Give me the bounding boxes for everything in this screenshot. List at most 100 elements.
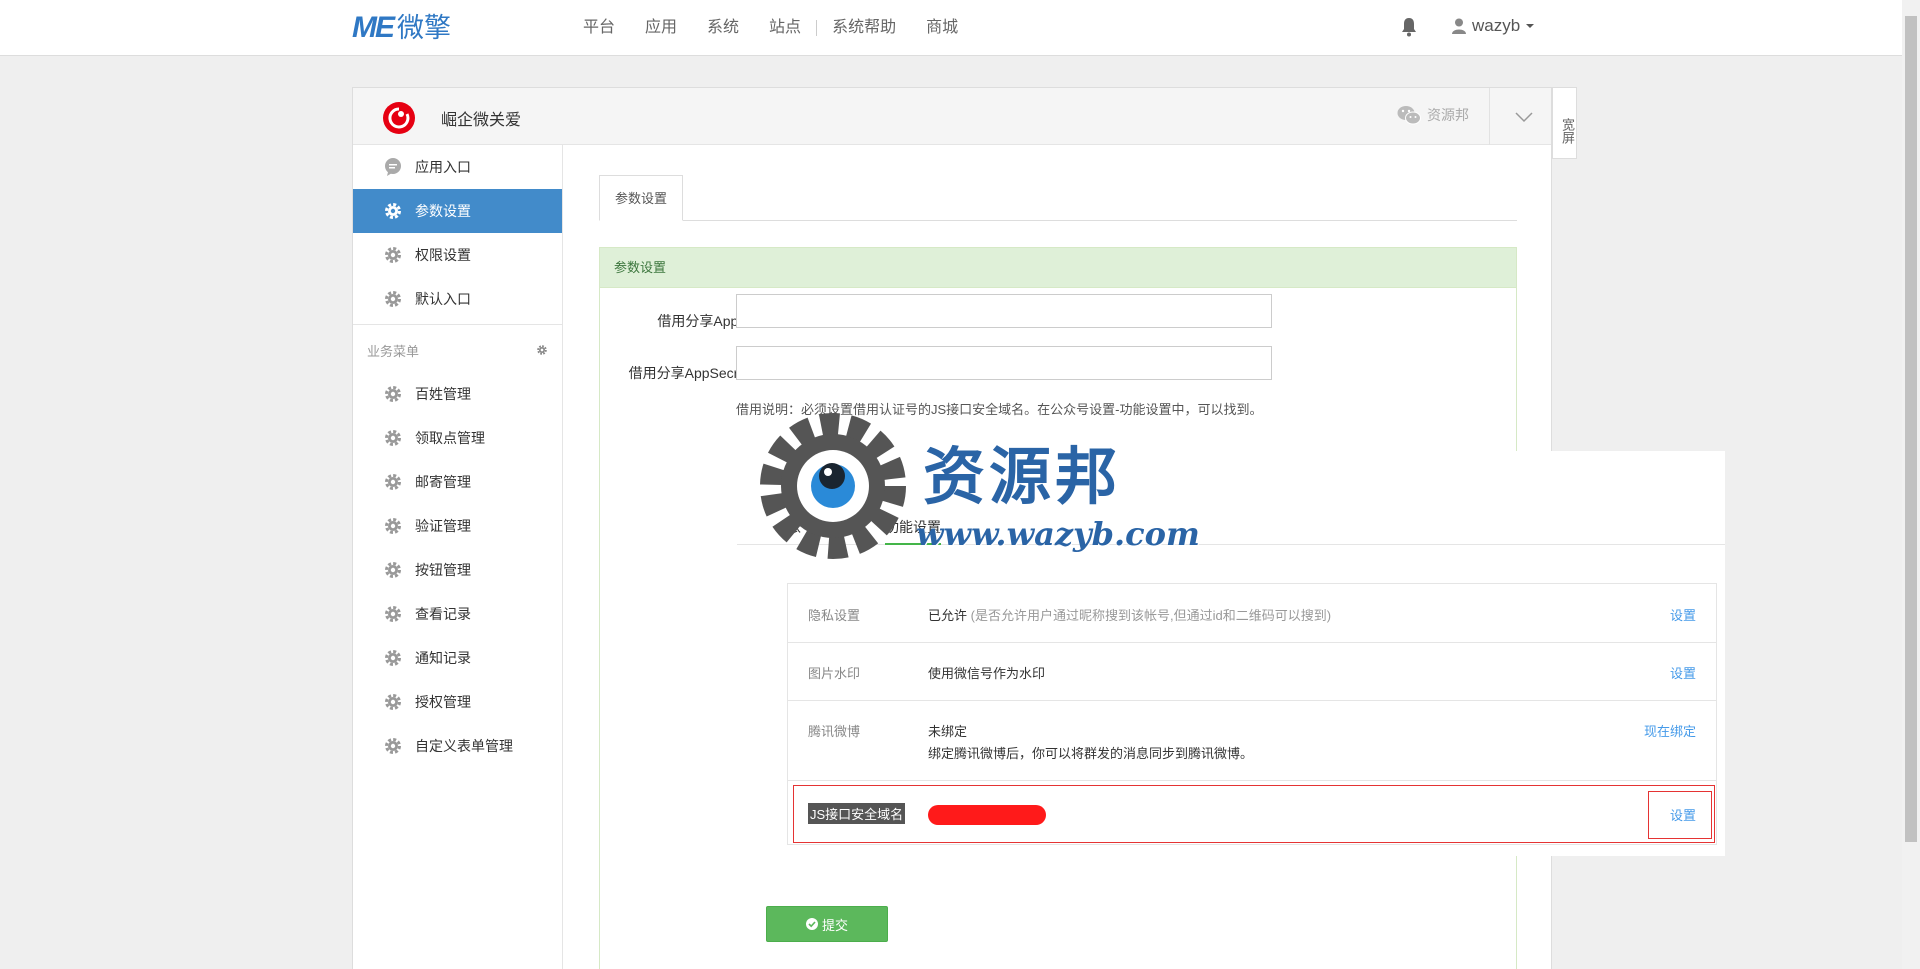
sidebar-item-label: 权限设置 [415, 247, 471, 263]
tab-bar: 参数设置 [599, 175, 1517, 221]
nav-help[interactable]: 系统帮助 [817, 0, 911, 56]
sidebar-divider [353, 324, 562, 325]
privacy-settings-link[interactable]: 设置 [1670, 605, 1696, 624]
gear-icon [385, 430, 401, 446]
row-note: (是否允许用户通过昵称搜到该帐号,但通过id和二维码可以搜到) [970, 608, 1332, 623]
top-navbar: ME 微擎 平台 应用 系统 站点 系统帮助 商城 wazyb [0, 0, 1902, 56]
sidebar-item-business[interactable]: 验证管理 [353, 504, 562, 548]
sidebar-item-label: 应用入口 [415, 159, 471, 175]
sidebar-item-business[interactable]: 授权管理 [353, 680, 562, 724]
gear-icon [385, 247, 401, 263]
account-name: 崛企微关爱 [441, 112, 522, 129]
sidebar-item-business[interactable]: 领取点管理 [353, 416, 562, 460]
overlay-tab-account[interactable]: 帐号详情 [787, 517, 843, 537]
wechat-account-name: 资源邦 [1427, 107, 1469, 123]
sidebar-item-business[interactable]: 查看记录 [353, 592, 562, 636]
gear-icon [385, 738, 401, 754]
watermark-settings-link[interactable]: 设置 [1670, 663, 1696, 682]
submit-label: 提交 [821, 917, 848, 933]
sidebar-item-app-entry[interactable]: 应用入口 [353, 145, 562, 189]
caret-down-icon [1526, 24, 1535, 28]
sidebar-item-label: 自定义表单管理 [415, 738, 513, 754]
row-label: 隐私设置 [808, 608, 861, 623]
card-title: 参数设置 [600, 248, 1516, 288]
business-menu-list: 百姓管理领取点管理邮寄管理验证管理按钮管理查看记录通知记录授权管理自定义表单管理 [353, 372, 562, 768]
header-divider [1489, 88, 1490, 145]
gear-icon [385, 518, 401, 534]
sidebar-item-label: 参数设置 [415, 203, 471, 219]
row-label: 图片水印 [808, 666, 861, 681]
table-row: 图片水印 使用微信号作为水印 设置 [788, 643, 1716, 701]
wechat-settings-screenshot: 公众号设置 帐号详情 功能设置 隐私设置 已允许 (是否允许用户通过昵称搜到该帐… [737, 451, 1725, 856]
row-value: 已允许 (是否允许用户通过昵称搜到该帐号,但通过id和二维码可以搜到) [928, 605, 1331, 624]
sidebar-item-business[interactable]: 邮寄管理 [353, 460, 562, 504]
chevron-down-icon[interactable] [1513, 106, 1535, 128]
nav-system[interactable]: 系统 [692, 0, 754, 56]
user-menu[interactable]: wazyb [1452, 16, 1535, 36]
overlay-tab-features[interactable]: 功能设置 [885, 517, 941, 545]
check-circle-icon [805, 918, 818, 930]
sidebar-item-business[interactable]: 自定义表单管理 [353, 724, 562, 768]
sidebar-item-label: 百姓管理 [415, 386, 471, 402]
gear-icon [385, 606, 401, 622]
row-note: 绑定腾讯微博后，你可以将群发的消息同步到腾讯微博。 [928, 746, 1254, 761]
row-value: 未绑定 [928, 724, 968, 739]
row-label: 腾讯微博 [808, 724, 861, 739]
overlay-tab-bar: 帐号详情 功能设置 [737, 517, 1725, 545]
sidebar-item-label: 邮寄管理 [415, 474, 471, 490]
highlight-box [793, 785, 1715, 843]
bind-weibo-link[interactable]: 现在绑定 [1644, 721, 1696, 740]
nav-platform[interactable]: 平台 [568, 0, 630, 56]
account-avatar [383, 102, 415, 134]
gear-icon [385, 650, 401, 666]
gear-icon [385, 562, 401, 578]
row-value-text: 已允许 [928, 608, 968, 623]
nav-store[interactable]: 商城 [911, 0, 973, 56]
overlay-title: 公众号设置 [787, 474, 863, 491]
appsecret-input[interactable] [736, 346, 1272, 380]
wechat-icon [1397, 106, 1421, 125]
sidebar-item-business[interactable]: 按钮管理 [353, 548, 562, 592]
nav-site[interactable]: 站点 [754, 0, 816, 56]
sidebar-item-business[interactable]: 通知记录 [353, 636, 562, 680]
account-header: 崛企微关爱 资源邦 [353, 88, 1551, 145]
scrollbar-thumb[interactable] [1905, 16, 1917, 842]
gear-icon [385, 203, 401, 219]
logo-cn-text: 微擎 [397, 13, 451, 43]
appid-label: 借用分享AppId [657, 313, 750, 329]
tab-params[interactable]: 参数设置 [599, 175, 684, 221]
sidebar-item-params[interactable]: 参数设置 [353, 189, 562, 233]
bell-icon[interactable] [1400, 17, 1418, 37]
sidebar-item-permissions[interactable]: 权限设置 [353, 233, 562, 277]
user-icon [1452, 18, 1466, 34]
sidebar-item-label: 查看记录 [415, 606, 471, 622]
wechat-account-switch[interactable]: 资源邦 [1397, 105, 1469, 125]
appid-input[interactable] [736, 294, 1272, 328]
chat-bubble-icon [385, 158, 401, 176]
sidebar-item-label: 验证管理 [415, 518, 471, 534]
gear-icon [385, 694, 401, 710]
highlight-box [1648, 791, 1712, 839]
gear-icon [385, 386, 401, 402]
sidebar-item-label: 通知记录 [415, 650, 471, 666]
appsecret-label: 借用分享AppSecret [628, 365, 750, 381]
sidebar-item-label: 领取点管理 [415, 430, 485, 446]
submit-button[interactable]: 提交 [766, 906, 888, 942]
sidebar-item-label: 按钮管理 [415, 562, 471, 578]
nav-apps[interactable]: 应用 [630, 0, 692, 56]
sidebar-section-title: 业务菜单 [367, 343, 420, 359]
username: wazyb [1472, 16, 1521, 35]
settings-gear-icon[interactable] [536, 344, 548, 356]
sidebar: 应用入口 参数设置 权限设置 默认入口 业务菜单 百姓管理领取点管理邮寄管理验证… [353, 145, 563, 969]
sidebar-item-business[interactable]: 百姓管理 [353, 372, 562, 416]
help-text: 借用说明：必须设置借用认证号的JS接口安全域名。在公众号设置-功能设置中，可以找… [736, 402, 1263, 417]
sidebar-item-label: 默认入口 [415, 291, 471, 307]
gear-icon [385, 474, 401, 490]
sidebar-item-default-entry[interactable]: 默认入口 [353, 277, 562, 321]
wide-screen-toggle[interactable]: 宽屏 [1552, 87, 1577, 159]
row-value: 使用微信号作为水印 [928, 666, 1046, 681]
gear-icon [385, 291, 401, 307]
table-row: 隐私设置 已允许 (是否允许用户通过昵称搜到该帐号,但通过id和二维码可以搜到)… [788, 584, 1716, 643]
brand-logo[interactable]: ME 微擎 [352, 12, 451, 44]
page-scrollbar[interactable] [1902, 0, 1920, 969]
